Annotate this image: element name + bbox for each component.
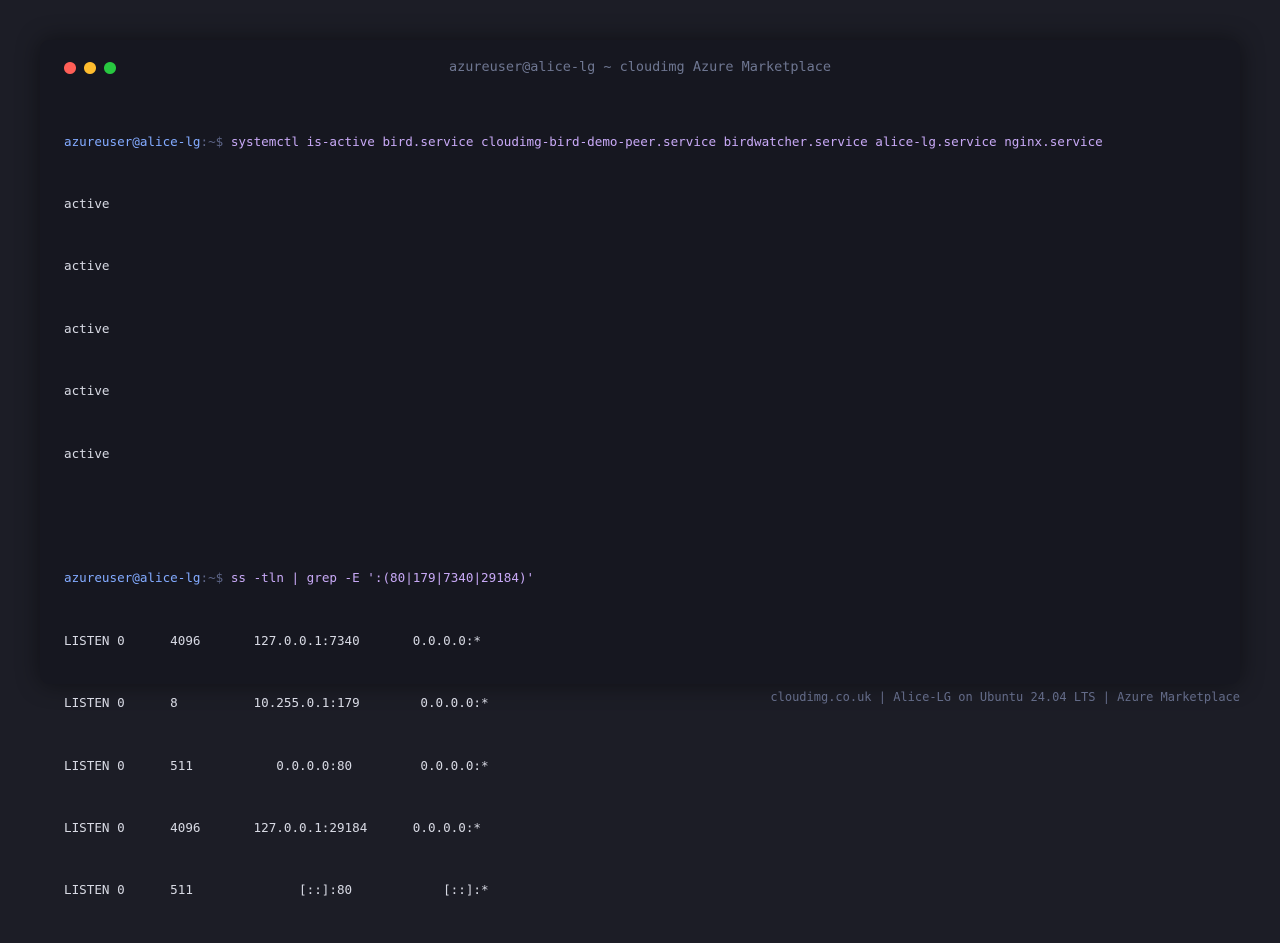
command-text: ss -tln | grep -E ':(80|179|7340|29184)' (230, 570, 535, 586)
command-text: systemctl is-active bird.service cloudim… (230, 133, 1103, 149)
output-line: LISTEN 0 511 [::]:80 [::]:* (64, 882, 489, 898)
output-line: active (64, 383, 110, 399)
terminal-output[interactable]: azureuser@alice-lg:~$ systemctl is-activ… (64, 90, 1216, 943)
footer-caption: cloudimg.co.uk | Alice-LG on Ubuntu 24.0… (770, 690, 1240, 704)
prompt-path: :~$ (200, 570, 231, 586)
title-bar: azureuser@alice-lg ~ cloudimg Azure Mark… (40, 56, 1240, 78)
prompt-line: azureuser@alice-lg:~$ systemctl is-activ… (64, 132, 1216, 153)
output-line: LISTEN 0 511 0.0.0.0:80 0.0.0.0:* (64, 757, 489, 773)
prompt-user: azureuser@alice-lg (64, 133, 201, 149)
terminal-window: azureuser@alice-lg ~ cloudimg Azure Mark… (40, 40, 1240, 897)
output-line: LISTEN 0 4096 127.0.0.1:29184 0.0.0.0:* (64, 819, 482, 835)
prompt-line: azureuser@alice-lg:~$ ss -tln | grep -E … (64, 568, 1216, 589)
prompt-user: azureuser@alice-lg (64, 570, 201, 586)
output-line: active (64, 320, 110, 336)
output-line: active (64, 258, 110, 274)
output-line: LISTEN 0 4096 127.0.0.1:7340 0.0.0.0:* (64, 632, 482, 648)
window-title: azureuser@alice-lg ~ cloudimg Azure Mark… (448, 59, 831, 75)
prompt-path: :~$ (200, 133, 231, 149)
output-line: active (64, 445, 110, 461)
output-line: active (64, 195, 110, 211)
